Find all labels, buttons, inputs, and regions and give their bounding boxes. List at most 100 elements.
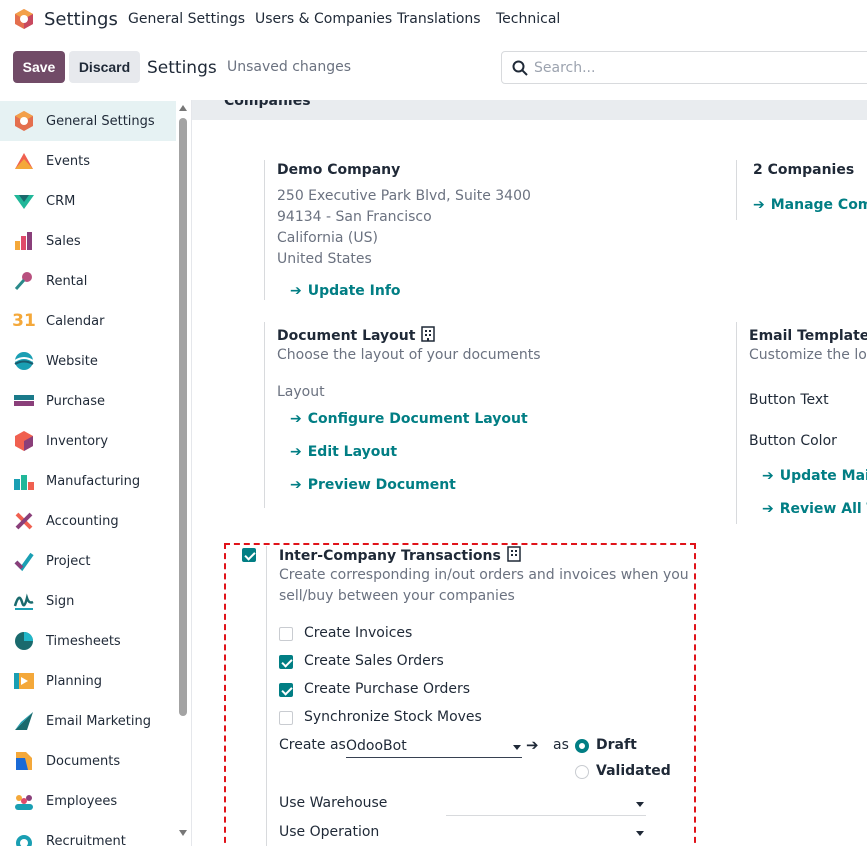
search-bar[interactable] — [501, 51, 867, 84]
sidebar-item-recruitment[interactable]: Recruitment — [0, 821, 176, 846]
sidebar-item-crm[interactable]: CRM — [0, 181, 176, 221]
update-info-link[interactable]: ➔ Update Info — [290, 283, 401, 299]
arrow-right-icon: ➔ — [753, 197, 765, 213]
discard-button[interactable]: Discard — [69, 51, 140, 83]
manage-companies-link[interactable]: ➔ Manage Compa — [753, 197, 867, 213]
address-line: 94134 - San Francisco — [277, 209, 432, 225]
arrow-right-icon: ➔ — [290, 477, 302, 493]
manage-companies-label: Manage Compa — [770, 197, 867, 213]
sidebar-item-purchase[interactable]: Purchase — [0, 381, 176, 421]
preview-document-link[interactable]: ➔ Preview Document — [290, 477, 456, 493]
update-mail-layout-link[interactable]: ➔ Update Mail L — [762, 468, 867, 484]
top-navbar: Settings General Settings Users & Compan… — [0, 0, 867, 40]
create-sales-orders-checkbox[interactable] — [279, 655, 293, 669]
sidebar-item-manufacturing[interactable]: Manufacturing — [0, 461, 176, 501]
sidebar-item-label: Purchase — [46, 393, 106, 409]
edit-layout-link[interactable]: ➔ Edit Layout — [290, 444, 397, 460]
companies-count: 2 Companies — [753, 162, 855, 178]
section-header: Companies — [192, 100, 867, 120]
company-name: Demo Company — [277, 162, 401, 178]
search-input[interactable] — [534, 58, 864, 78]
sidebar-item-general-settings[interactable]: General Settings — [0, 101, 176, 141]
search-icon — [512, 60, 528, 76]
sidebar-scrollbar-thumb[interactable] — [179, 118, 187, 716]
sidebar-item-label: Calendar — [46, 313, 105, 329]
app-name[interactable]: Settings — [44, 9, 118, 30]
sidebar-item-sales[interactable]: Sales — [0, 221, 176, 261]
create-invoices-checkbox[interactable] — [279, 627, 293, 641]
sidebar-item-calendar[interactable]: 31 Calendar — [0, 301, 176, 341]
arrow-right-icon: ➔ — [290, 411, 302, 427]
sidebar-item-label: Manufacturing — [46, 473, 141, 489]
create-as-field-underline — [346, 757, 522, 758]
sidebar-item-label: Sign — [46, 593, 75, 609]
preview-document-label: Preview Document — [307, 477, 456, 493]
settings-sidebar: General Settings Events CRM Sales Rental… — [0, 100, 192, 846]
inter-company-description: Create corresponding in/out orders and i… — [279, 567, 689, 583]
email-templates-title: Email Templates — [749, 326, 867, 344]
sidebar-item-timesheets[interactable]: Timesheets — [0, 621, 176, 661]
purchase-icon — [14, 395, 34, 406]
email-marketing-icon — [15, 712, 33, 730]
email-templates-description: Customize the look — [749, 347, 867, 363]
document-layout-title-text: Document Layout — [277, 328, 416, 344]
sidebar-item-inventory[interactable]: Inventory — [0, 421, 176, 461]
sidebar-item-email-marketing[interactable]: Email Marketing — [0, 701, 176, 741]
use-operation-label: Use Operation — [279, 824, 380, 840]
sidebar-item-documents[interactable]: Documents — [0, 741, 176, 781]
create-sales-orders-label: Create Sales Orders — [304, 653, 444, 669]
sidebar-item-employees[interactable]: Employees — [0, 781, 176, 821]
menu-translations[interactable]: Translations — [397, 11, 481, 27]
sidebar-item-rental[interactable]: Rental — [0, 261, 176, 301]
caret-down-icon[interactable] — [636, 802, 644, 807]
internal-link-arrow-icon[interactable]: ➔ — [526, 736, 539, 754]
accounting-icon — [15, 512, 33, 530]
calendar-icon: 31 — [12, 311, 36, 331]
sidebar-item-sign[interactable]: Sign — [0, 581, 176, 621]
inter-company-checkbox[interactable] — [242, 548, 256, 562]
document-layout-title: Document Layout — [277, 326, 436, 344]
sidebar-item-label: Project — [46, 553, 91, 569]
draft-radio[interactable] — [575, 739, 589, 753]
sidebar-item-label: Planning — [46, 673, 102, 689]
crm-icon — [14, 195, 34, 209]
sidebar-item-planning[interactable]: Planning — [0, 661, 176, 701]
save-button[interactable]: Save — [13, 51, 65, 83]
sidebar-item-label: Sales — [46, 233, 81, 249]
page-title: Settings — [147, 58, 217, 78]
sidebar-item-events[interactable]: Events — [0, 141, 176, 181]
sidebar-item-label: Recruitment — [46, 833, 126, 846]
layout-label: Layout — [277, 384, 325, 400]
create-as-field[interactable]: OdooBot — [346, 738, 407, 754]
caret-down-icon[interactable] — [636, 831, 644, 836]
settings-app-icon[interactable] — [13, 8, 35, 30]
arrow-right-icon: ➔ — [762, 468, 774, 484]
caret-down-icon[interactable] — [513, 745, 521, 750]
update-mail-layout-label: Update Mail L — [779, 468, 867, 484]
validated-radio[interactable] — [575, 765, 589, 779]
configure-document-layout-link[interactable]: ➔ Configure Document Layout — [290, 411, 528, 427]
sidebar-item-project[interactable]: Project — [0, 541, 176, 581]
events-icon — [15, 153, 33, 169]
menu-users-companies[interactable]: Users & Companies — [255, 11, 392, 27]
email-templates-title-text: Email Templates — [749, 328, 867, 344]
review-all-templates-link[interactable]: ➔ Review All Te — [762, 501, 867, 517]
inter-company-title-text: Inter-Company Transactions — [279, 548, 501, 564]
menu-general-settings[interactable]: General Settings — [128, 11, 245, 27]
document-layout-description: Choose the layout of your documents — [277, 347, 541, 363]
sidebar-item-website[interactable]: Website — [0, 341, 176, 381]
sidebar-item-label: Documents — [46, 753, 121, 769]
button-text-label: Button Text — [749, 392, 829, 408]
as-label: as — [553, 737, 569, 753]
sidebar-item-accounting[interactable]: Accounting — [0, 501, 176, 541]
update-info-label: Update Info — [307, 283, 401, 299]
scroll-down-arrow-icon[interactable] — [179, 830, 187, 836]
menu-technical[interactable]: Technical — [496, 11, 560, 27]
sidebar-item-label: Employees — [46, 793, 118, 809]
create-purchase-orders-checkbox[interactable] — [279, 683, 293, 697]
create-as-label: Create as — [279, 737, 346, 753]
button-color-label: Button Color — [749, 433, 837, 449]
scroll-up-arrow-icon[interactable] — [179, 105, 187, 111]
synchronize-stock-moves-checkbox[interactable] — [279, 711, 293, 725]
address-line: California (US) — [277, 230, 378, 246]
